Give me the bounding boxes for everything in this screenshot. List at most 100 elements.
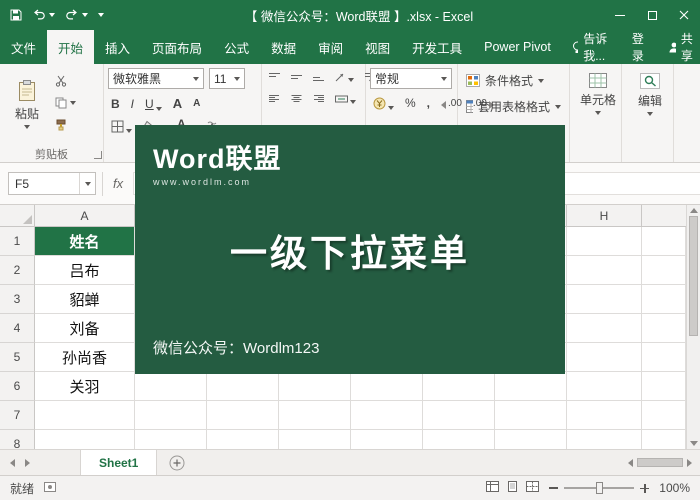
percent-style-button[interactable]: % bbox=[402, 95, 419, 111]
cell-filler[interactable] bbox=[642, 314, 686, 343]
editing-group-button[interactable]: 编辑 bbox=[626, 67, 674, 116]
cell-H2[interactable] bbox=[567, 256, 642, 285]
align-right-button[interactable] bbox=[310, 93, 327, 105]
cell-G8[interactable] bbox=[495, 430, 567, 449]
cell-A5[interactable]: 孙尚香 bbox=[35, 343, 135, 372]
vertical-scrollbar[interactable] bbox=[686, 205, 700, 449]
copy-button[interactable] bbox=[53, 94, 78, 111]
name-box[interactable]: F5 bbox=[8, 172, 96, 195]
row-header-7[interactable]: 7 bbox=[0, 401, 35, 430]
tab-formulas[interactable]: 公式 bbox=[213, 30, 260, 64]
cell-D6[interactable] bbox=[279, 372, 351, 401]
tab-data[interactable]: 数据 bbox=[260, 30, 307, 64]
row-header-6[interactable]: 6 bbox=[0, 372, 35, 401]
zoom-slider[interactable] bbox=[564, 487, 634, 489]
save-button[interactable] bbox=[10, 9, 22, 21]
cells-group-button[interactable]: 单元格 bbox=[574, 67, 622, 115]
conditional-formatting-button[interactable]: 条件格式 bbox=[462, 68, 565, 93]
qat-customize-button[interactable] bbox=[98, 13, 104, 17]
row-header-2[interactable]: 2 bbox=[0, 256, 35, 285]
cell-H1[interactable] bbox=[567, 227, 642, 256]
tab-file[interactable]: 文件 bbox=[0, 30, 47, 64]
cell-H6[interactable] bbox=[567, 372, 642, 401]
clipboard-dialog-launcher[interactable] bbox=[94, 151, 102, 159]
cell-D8[interactable] bbox=[279, 430, 351, 449]
shrink-font-button[interactable]: A bbox=[190, 97, 203, 110]
close-button[interactable] bbox=[668, 0, 700, 30]
row-header-3[interactable]: 3 bbox=[0, 285, 35, 314]
font-size-combo[interactable]: 11 bbox=[209, 68, 245, 89]
cell-F8[interactable] bbox=[423, 430, 495, 449]
row-header-4[interactable]: 4 bbox=[0, 314, 35, 343]
align-center-button[interactable] bbox=[288, 93, 305, 105]
cell-filler[interactable] bbox=[642, 372, 686, 401]
cell-B8[interactable] bbox=[135, 430, 207, 449]
tab-review[interactable]: 审阅 bbox=[307, 30, 354, 64]
cell-F7[interactable] bbox=[423, 401, 495, 430]
column-header-H[interactable]: H bbox=[567, 205, 642, 226]
cell-A7[interactable] bbox=[35, 401, 135, 430]
orientation-button[interactable] bbox=[332, 71, 357, 83]
cell-G6[interactable] bbox=[495, 372, 567, 401]
horizontal-scroll-thumb[interactable] bbox=[637, 458, 683, 467]
font-name-combo[interactable]: 微软雅黑 bbox=[108, 68, 204, 89]
normal-view-icon[interactable] bbox=[486, 481, 499, 495]
cell-H5[interactable] bbox=[567, 343, 642, 372]
cell-G7[interactable] bbox=[495, 401, 567, 430]
format-as-table-button[interactable]: 套用表格格式 bbox=[462, 94, 565, 119]
sheet-nav-left-icon[interactable] bbox=[10, 459, 15, 467]
sign-in-button[interactable]: 登录 bbox=[620, 30, 656, 64]
scroll-left-icon[interactable] bbox=[628, 459, 633, 467]
cell-A6[interactable]: 关羽 bbox=[35, 372, 135, 401]
scroll-up-icon[interactable] bbox=[690, 208, 698, 213]
underline-button[interactable]: U bbox=[142, 96, 165, 112]
tab-developer[interactable]: 开发工具 bbox=[401, 30, 473, 64]
align-top-button[interactable] bbox=[266, 71, 283, 83]
cell-B7[interactable] bbox=[135, 401, 207, 430]
scroll-right-icon[interactable] bbox=[687, 459, 692, 467]
cell-C8[interactable] bbox=[207, 430, 279, 449]
align-left-button[interactable] bbox=[266, 93, 283, 105]
number-format-combo[interactable]: 常规 bbox=[370, 68, 452, 89]
macro-record-icon[interactable] bbox=[44, 481, 56, 495]
italic-button[interactable]: I bbox=[128, 96, 137, 112]
cell-A1[interactable]: 姓名 bbox=[35, 227, 135, 256]
format-painter-button[interactable] bbox=[53, 116, 78, 133]
cell-E8[interactable] bbox=[351, 430, 423, 449]
paste-button[interactable]: 粘贴 bbox=[4, 67, 50, 141]
tab-home[interactable]: 开始 bbox=[47, 30, 94, 64]
tell-me-button[interactable]: 告诉我... bbox=[562, 30, 620, 64]
vertical-scroll-thumb[interactable] bbox=[689, 216, 698, 336]
cell-C7[interactable] bbox=[207, 401, 279, 430]
redo-button[interactable] bbox=[65, 9, 88, 21]
cell-E6[interactable] bbox=[351, 372, 423, 401]
cell-E7[interactable] bbox=[351, 401, 423, 430]
undo-button[interactable] bbox=[32, 9, 55, 21]
zoom-out-button[interactable] bbox=[549, 487, 558, 489]
sheet-nav-right-icon[interactable] bbox=[25, 459, 30, 467]
cell-A8[interactable] bbox=[35, 430, 135, 449]
column-header-A[interactable]: A bbox=[35, 205, 135, 226]
cell-filler[interactable] bbox=[642, 285, 686, 314]
cell-B6[interactable] bbox=[135, 372, 207, 401]
row-header-5[interactable]: 5 bbox=[0, 343, 35, 372]
cell-D7[interactable] bbox=[279, 401, 351, 430]
bold-button[interactable]: B bbox=[108, 96, 123, 112]
cell-F6[interactable] bbox=[423, 372, 495, 401]
align-bottom-button[interactable] bbox=[310, 71, 327, 83]
row-header-8[interactable]: 8 bbox=[0, 430, 35, 449]
cell-filler[interactable] bbox=[642, 401, 686, 430]
grow-font-button[interactable]: A bbox=[170, 95, 185, 112]
zoom-level[interactable]: 100% bbox=[659, 481, 690, 495]
select-all-corner[interactable] bbox=[0, 205, 35, 226]
maximize-button[interactable] bbox=[636, 0, 668, 30]
cell-filler[interactable] bbox=[642, 256, 686, 285]
cell-filler[interactable] bbox=[642, 343, 686, 372]
scroll-down-icon[interactable] bbox=[690, 441, 698, 446]
horizontal-scrollbar[interactable] bbox=[620, 450, 700, 475]
cell-C6[interactable] bbox=[207, 372, 279, 401]
tab-view[interactable]: 视图 bbox=[354, 30, 401, 64]
cell-H4[interactable] bbox=[567, 314, 642, 343]
add-sheet-button[interactable] bbox=[157, 450, 197, 475]
minimize-button[interactable] bbox=[604, 0, 636, 30]
